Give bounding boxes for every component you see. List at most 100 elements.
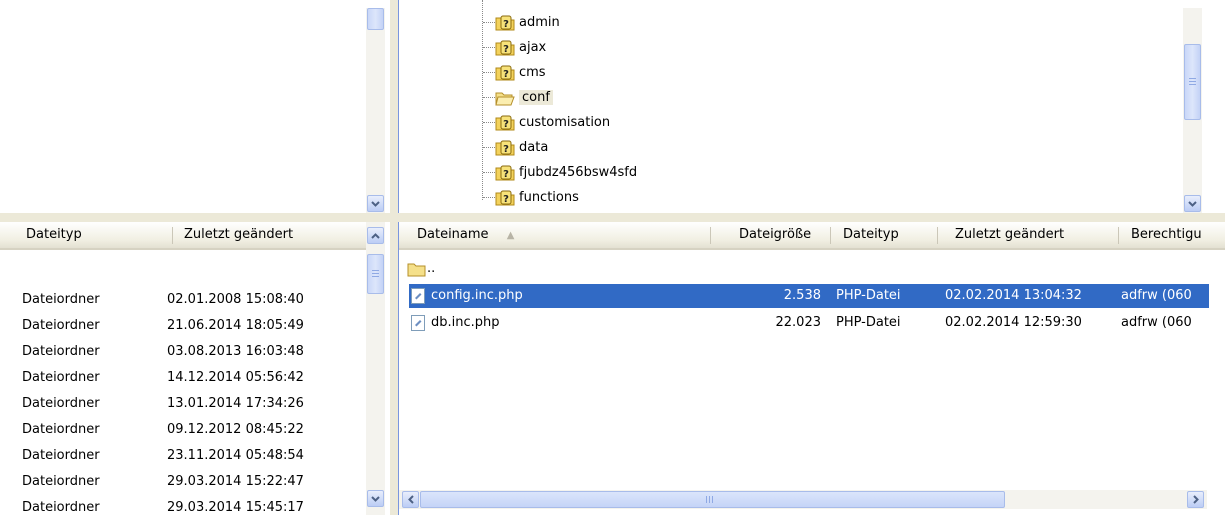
- row-type: Dateiordner: [22, 396, 100, 411]
- row-type: Dateiordner: [22, 344, 100, 359]
- left-list-scroll-thumb[interactable]: [367, 254, 384, 294]
- php-file-icon: [411, 315, 425, 340]
- file-list-hscroll-thumb[interactable]: [420, 491, 1005, 508]
- chevron-down-icon: [1188, 200, 1197, 207]
- file-row[interactable]: db.inc.php 22.023 PHP-Datei 02.02.2014 12:5…: [409, 311, 1209, 335]
- list-item[interactable]: Dateiordner 02.01.2008 15:08:40: [0, 287, 366, 313]
- row-type: Dateiordner: [22, 292, 100, 307]
- column-header-modified[interactable]: Zuletzt geändert: [176, 222, 361, 248]
- column-header-dateityp[interactable]: Dateityp: [18, 222, 173, 248]
- row-modified: 21.06.2014 18:05:49: [167, 318, 304, 333]
- tree-node-conf[interactable]: conf: [495, 85, 553, 110]
- left-top-scrollbar[interactable]: [366, 8, 385, 213]
- horizontal-splitter[interactable]: [0, 213, 1225, 222]
- row-type: Dateiordner: [22, 500, 100, 515]
- file-name: db.inc.php: [431, 315, 500, 330]
- file-list-hscrollbar[interactable]: [399, 490, 1207, 509]
- svg-text:?: ?: [503, 69, 509, 80]
- file-modified: 02.02.2014 12:59:30: [945, 315, 1082, 330]
- sort-ascending-icon: ▲: [506, 230, 515, 241]
- file-name: config.inc.php: [431, 288, 523, 303]
- tree-node-label: customisation: [519, 115, 611, 130]
- list-item[interactable]: Dateiordner 29.03.2014 15:22:47: [0, 469, 366, 495]
- tree-line: [483, 72, 495, 73]
- row-type: Dateiordner: [22, 370, 100, 385]
- tree-scroll-thumb[interactable]: [1184, 44, 1201, 120]
- tree-node-functions[interactable]: ? functions: [495, 185, 579, 210]
- file-list-header: Dateiname ▲ Dateigröße Dateityp Zuletzt …: [399, 222, 1225, 250]
- svg-text:?: ?: [503, 144, 509, 155]
- list-item[interactable]: Dateiordner 29.03.2014 15:45:17: [0, 495, 366, 515]
- scroll-up-button[interactable]: [367, 227, 384, 244]
- scroll-down-button[interactable]: [367, 195, 384, 212]
- left-list-scrollbar[interactable]: [366, 222, 385, 515]
- file-type: PHP-Datei: [836, 288, 901, 303]
- list-item[interactable]: Dateiordner 23.11.2014 05:48:54: [0, 443, 366, 469]
- php-file-icon: [411, 288, 425, 313]
- tree-node-ajax[interactable]: ? ajax: [495, 35, 546, 60]
- chevron-up-icon: [371, 232, 380, 239]
- list-item[interactable]: Dateiordner 13.01.2014 17:34:26: [0, 391, 366, 417]
- scroll-right-button[interactable]: [1187, 491, 1204, 508]
- file-modified: 02.02.2014 13:04:32: [945, 288, 1082, 303]
- unknown-folder-icon: ?: [495, 190, 515, 206]
- unknown-folder-icon: ?: [495, 40, 515, 56]
- tree-line: [483, 97, 495, 98]
- svg-text:?: ?: [503, 169, 509, 180]
- file-permissions: adfrw (060: [1121, 288, 1192, 303]
- file-row[interactable]: config.inc.php 2.538 PHP-Datei 02.02.2014 1…: [409, 284, 1209, 308]
- column-header-modified[interactable]: Zuletzt geändert: [947, 222, 1117, 248]
- tree-node-label: conf: [519, 90, 553, 105]
- file-permissions: adfrw (060: [1121, 315, 1192, 330]
- file-type: PHP-Datei: [836, 315, 901, 330]
- left-top-scroll-thumb[interactable]: [367, 8, 384, 30]
- chevron-down-icon: [371, 495, 380, 502]
- chevron-left-icon: [407, 495, 414, 504]
- svg-text:?: ?: [503, 119, 509, 130]
- column-header-permissions[interactable]: Berechtigu: [1123, 222, 1225, 248]
- tree-line: [482, 0, 483, 200]
- list-item[interactable]: Dateiordner 09.12.2012 08:45:22: [0, 417, 366, 443]
- open-folder-icon: [495, 90, 515, 106]
- scroll-down-button[interactable]: [367, 490, 384, 507]
- tree-line: [483, 147, 495, 148]
- row-type: Dateiordner: [22, 422, 100, 437]
- column-header-size[interactable]: Dateigröße: [731, 222, 831, 248]
- tree-node-label: cms: [519, 65, 546, 80]
- vertical-splitter[interactable]: [390, 0, 398, 515]
- left-top-panel: [0, 0, 390, 213]
- row-modified: 29.03.2014 15:45:17: [167, 500, 304, 515]
- row-modified: 03.08.2013 16:03:48: [167, 344, 304, 359]
- scroll-left-button[interactable]: [402, 491, 419, 508]
- tree-line: [483, 22, 495, 23]
- tree-node-label: ajax: [519, 40, 547, 55]
- row-modified: 13.01.2014 17:34:26: [167, 396, 304, 411]
- row-modified: 23.11.2014 05:48:54: [167, 448, 304, 463]
- file-size: 2.538: [783, 288, 821, 303]
- tree-node-customisation[interactable]: ? customisation: [495, 110, 610, 135]
- tree-node-admin[interactable]: ? admin: [495, 10, 560, 35]
- row-modified: 02.01.2008 15:08:40: [167, 292, 304, 307]
- list-item[interactable]: Dateiordner 21.06.2014 18:05:49: [0, 313, 366, 339]
- tree-scroll-down-button[interactable]: [1184, 195, 1201, 212]
- list-item[interactable]: Dateiordner 14.12.2014 05:56:42: [0, 365, 366, 391]
- tree-node-label: functions: [519, 190, 579, 205]
- tree-scrollbar[interactable]: [1183, 8, 1202, 213]
- tree-line: [483, 122, 495, 123]
- tree-node-fjubdz456bsw4sfd[interactable]: ? fjubdz456bsw4sfd: [495, 160, 637, 185]
- remote-file-list: Dateiname ▲ Dateigröße Dateityp Zuletzt …: [398, 222, 1225, 515]
- unknown-folder-icon: ?: [495, 165, 515, 181]
- parent-directory-row[interactable]: ..: [407, 258, 435, 280]
- unknown-folder-icon: ?: [495, 15, 515, 31]
- list-item[interactable]: Dateiordner 03.08.2013 16:03:48: [0, 339, 366, 365]
- file-size: 22.023: [775, 315, 822, 330]
- column-header-type[interactable]: Dateityp: [835, 222, 935, 248]
- tree-node-label: fjubdz456bsw4sfd: [519, 165, 638, 180]
- tree-node-data[interactable]: ? data: [495, 135, 548, 160]
- tree-node-cms[interactable]: ? cms: [495, 60, 546, 85]
- chevron-right-icon: [1192, 495, 1199, 504]
- chevron-down-icon: [371, 200, 380, 207]
- column-header-dateiname[interactable]: Dateiname ▲: [409, 222, 709, 248]
- svg-text:?: ?: [503, 19, 509, 30]
- folder-tree-panel: ? admin? ajax? cms conf? customisation ? data? f…: [398, 0, 1225, 213]
